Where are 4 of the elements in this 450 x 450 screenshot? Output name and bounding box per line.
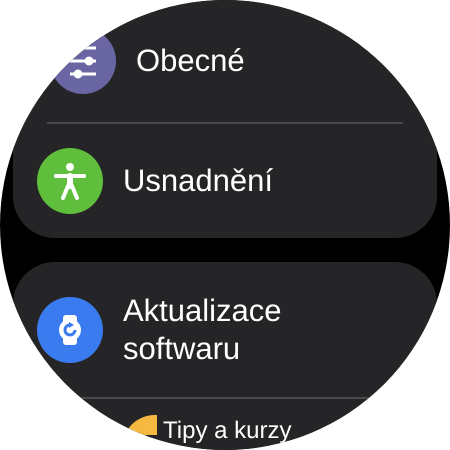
menu-item-label[interactable]: Obecné: [136, 42, 245, 80]
menu-item-label[interactable]: Tipy a kurzy: [163, 419, 292, 443]
menu-item-label[interactable]: Usnadnění: [123, 162, 273, 200]
menu-item-label[interactable]: Aktualizace softwaru: [123, 292, 373, 367]
